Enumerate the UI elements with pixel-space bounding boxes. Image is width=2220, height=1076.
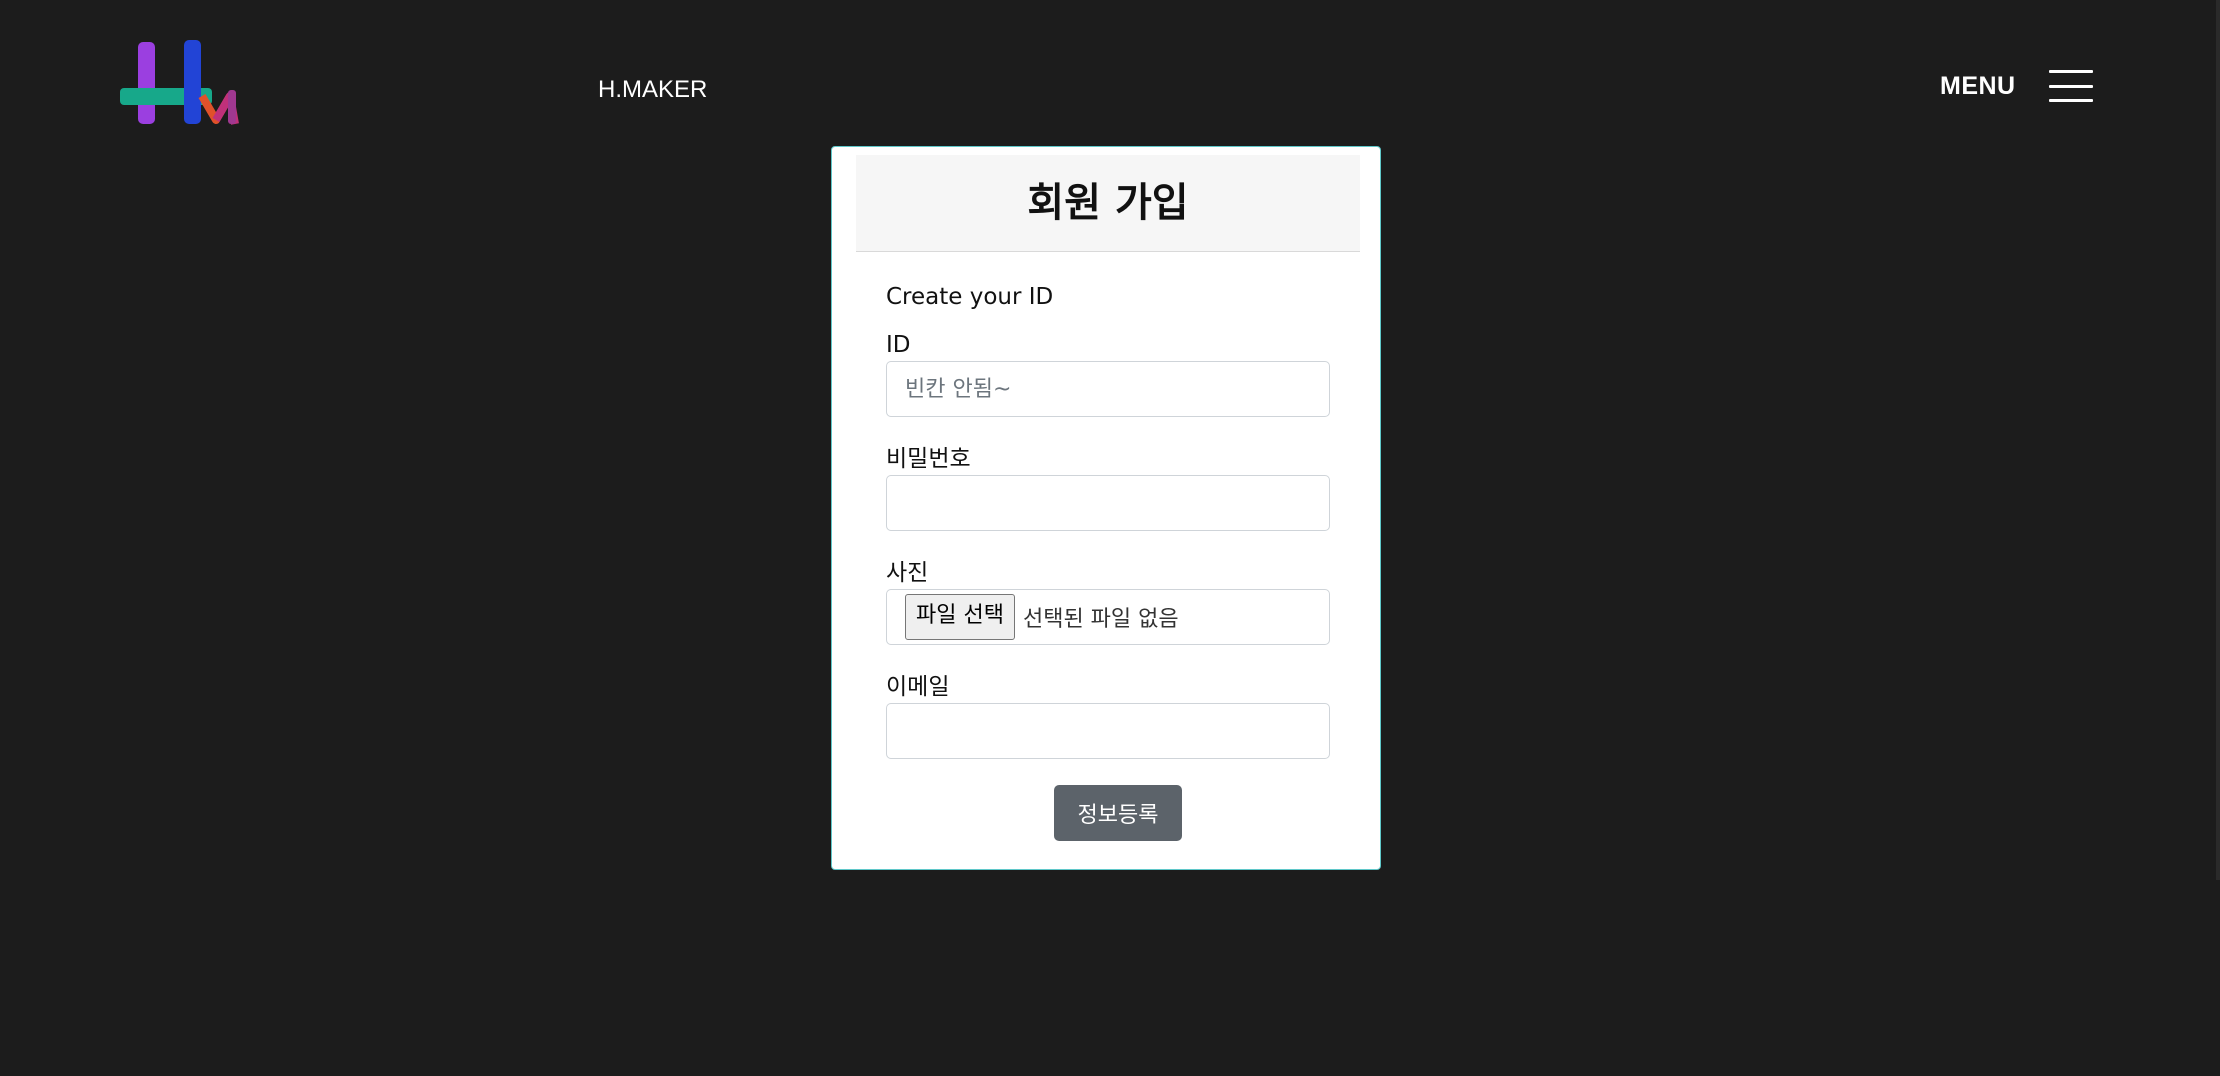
hm-logo-icon[interactable] (120, 38, 240, 130)
password-input[interactable] (886, 475, 1330, 531)
photo-file-input[interactable]: 파일 선택 선택된 파일 없음 (886, 589, 1330, 645)
password-label: 비밀번호 (886, 446, 971, 472)
scrollbar[interactable] (2216, 0, 2220, 880)
brand-name[interactable]: H.MAKER (598, 76, 707, 104)
email-input[interactable] (886, 703, 1330, 759)
id-label: ID (886, 332, 911, 358)
menu-label: MENU (1940, 72, 2016, 100)
page-title: 회원 가입 (1027, 180, 1189, 226)
signup-card: 회원 가입 Create your ID ID 비밀번호 사진 파일 선택 선택… (831, 146, 1381, 870)
submit-button[interactable]: 정보등록 (1054, 785, 1182, 841)
menu-button[interactable]: MENU (1940, 70, 2093, 102)
form-subtitle: Create your ID (886, 284, 1054, 310)
file-select-button[interactable]: 파일 선택 (905, 594, 1015, 640)
file-status-text: 선택된 파일 없음 (1022, 607, 1179, 632)
card-header: 회원 가입 (856, 155, 1360, 252)
email-label: 이메일 (886, 674, 950, 700)
page: H.MAKER MENU 회원 가입 Create your ID ID 비밀번… (0, 0, 2220, 1076)
photo-label: 사진 (886, 560, 929, 586)
id-input[interactable] (886, 361, 1330, 417)
hamburger-icon[interactable] (2048, 70, 2093, 102)
logo-graphic (120, 40, 239, 125)
